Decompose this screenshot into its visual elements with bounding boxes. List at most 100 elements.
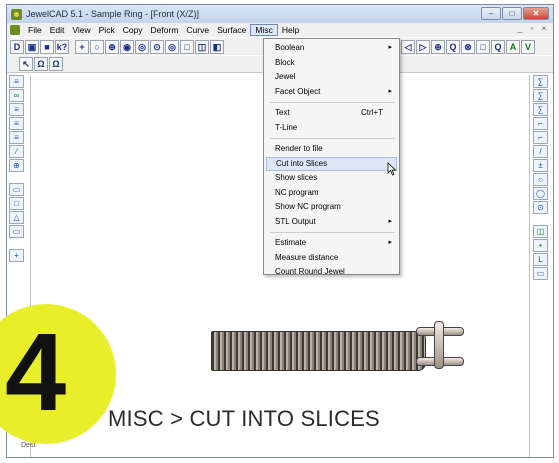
tool-1-icon[interactable]: ≡ bbox=[9, 75, 24, 88]
rtool-1-icon[interactable]: ∑ bbox=[533, 75, 548, 88]
menu-item-stl-output[interactable]: STL Output ▸ bbox=[266, 215, 397, 230]
menu-curve[interactable]: Curve bbox=[182, 24, 213, 36]
rtool-5-icon[interactable]: ⌐ bbox=[533, 131, 548, 144]
tool-11-icon[interactable]: ▭ bbox=[9, 225, 24, 238]
open-file-icon[interactable]: ▣ bbox=[25, 39, 39, 54]
double-circle-icon[interactable]: ◎ bbox=[165, 39, 179, 54]
rtool-13-icon[interactable]: L bbox=[533, 253, 548, 266]
square-icon[interactable]: □ bbox=[180, 39, 194, 54]
misc-dropdown-menu: Boolean ▸ Block Jewel Facet Object ▸ Text C… bbox=[263, 38, 400, 276]
rtool-7-icon[interactable]: ± bbox=[533, 159, 548, 172]
menu-edit[interactable]: Edit bbox=[46, 24, 69, 36]
arrow-left-icon[interactable]: ◁ bbox=[401, 39, 415, 54]
arrow-right-icon[interactable]: ▷ bbox=[416, 39, 430, 54]
document-icon[interactable] bbox=[10, 25, 20, 35]
document-controls: _ ▫ × bbox=[515, 24, 549, 33]
menu-item-count-round-jewel[interactable]: Count Round Jewel bbox=[266, 265, 397, 280]
menu-item-text[interactable]: Text Ctrl+T bbox=[266, 106, 397, 121]
save-icon[interactable]: ■ bbox=[40, 39, 54, 54]
menu-item-show-slices[interactable]: Show slices bbox=[266, 171, 397, 186]
menu-help[interactable]: Help bbox=[278, 24, 303, 36]
rtool-10-icon[interactable]: ⊙ bbox=[533, 201, 548, 214]
menu-view[interactable]: View bbox=[68, 24, 94, 36]
doc-restore-button[interactable]: ▫ bbox=[527, 24, 537, 33]
circle-plus-icon[interactable]: ⊕ bbox=[105, 39, 119, 54]
tool-4-icon[interactable]: ≡ bbox=[9, 117, 24, 130]
doc-minimize-button[interactable]: _ bbox=[515, 24, 525, 33]
menu-bar: File Edit View Pick Copy Deform Curve Su… bbox=[7, 23, 553, 37]
rtool-8-icon[interactable]: ○ bbox=[533, 173, 548, 186]
tool-9-icon[interactable]: □ bbox=[9, 197, 24, 210]
ring-shank-model bbox=[211, 331, 426, 371]
window-title: JewelCAD 5.1 - Sample Ring - [Front (X/Z… bbox=[26, 9, 200, 19]
menu-item-t-line[interactable]: T-Line bbox=[266, 121, 397, 136]
menu-item-render-to-file[interactable]: Render to file bbox=[266, 142, 397, 157]
tool-2-icon[interactable]: ∞ bbox=[9, 89, 24, 102]
tool-12-icon[interactable]: + bbox=[9, 249, 24, 262]
menu-item-block[interactable]: Block bbox=[266, 56, 397, 71]
rtool-6-icon[interactable]: / bbox=[533, 145, 548, 158]
maximize-button[interactable]: □ bbox=[502, 7, 522, 20]
menu-item-estimate[interactable]: Estimate ▸ bbox=[266, 236, 397, 251]
menu-item-boolean[interactable]: Boolean ▸ bbox=[266, 41, 397, 56]
menu-item-measure-distance[interactable]: Measure distance bbox=[266, 251, 397, 266]
close-button[interactable]: ✕ bbox=[523, 7, 549, 20]
zoom-in-icon[interactable]: ⊕ bbox=[431, 39, 445, 54]
rtool-12-icon[interactable]: • bbox=[533, 239, 548, 252]
menu-surface[interactable]: Surface bbox=[213, 24, 250, 36]
ring-icon[interactable]: ◎ bbox=[135, 39, 149, 54]
step-number: 4 bbox=[5, 311, 67, 434]
help-pointer-icon[interactable]: k? bbox=[55, 39, 69, 54]
rtool-2-icon[interactable]: ∑ bbox=[533, 89, 548, 102]
split-square-icon[interactable]: ◫ bbox=[195, 39, 209, 54]
rtool-9-icon[interactable]: ◯ bbox=[533, 187, 548, 200]
mouse-cursor-icon bbox=[387, 162, 397, 176]
frame-icon[interactable]: □ bbox=[476, 39, 490, 54]
rtool-3-icon[interactable]: ∑ bbox=[533, 103, 548, 116]
undo-icon[interactable]: Ω bbox=[34, 57, 48, 71]
minimize-button[interactable]: – bbox=[481, 7, 501, 20]
rtool-11-icon[interactable]: ◫ bbox=[533, 225, 548, 238]
zoom-out-icon[interactable]: ⊗ bbox=[461, 39, 475, 54]
half-square-icon[interactable]: ◧ bbox=[210, 39, 224, 54]
circle-icon[interactable]: ○ bbox=[90, 39, 104, 54]
plus-icon[interactable]: + bbox=[75, 39, 89, 54]
submenu-arrow-icon: ▸ bbox=[388, 217, 392, 225]
status-text: Dest bbox=[21, 442, 36, 449]
right-toolbar: ∑ ∑ ∑ ⌐ ⌐ / ± ○ ◯ ⊙ ◫ • L ▭ bbox=[533, 75, 551, 455]
zoom-window-icon[interactable]: Q bbox=[491, 39, 505, 54]
menu-misc[interactable]: Misc bbox=[250, 24, 278, 36]
menu-deform[interactable]: Deform bbox=[147, 24, 183, 36]
menu-pick[interactable]: Pick bbox=[95, 24, 119, 36]
tool-3-icon[interactable]: ≡ bbox=[9, 103, 24, 116]
window-controls: – □ ✕ bbox=[481, 7, 549, 20]
menu-separator bbox=[270, 138, 395, 139]
menu-separator bbox=[270, 102, 395, 103]
dot-circle-icon[interactable]: ⊙ bbox=[150, 39, 164, 54]
rtool-4-icon[interactable]: ⌐ bbox=[533, 117, 548, 130]
tool-6-icon[interactable]: ⁄ bbox=[9, 145, 24, 158]
menu-item-facet-object[interactable]: Facet Object ▸ bbox=[266, 85, 397, 100]
tool-7-icon[interactable]: ⊕ bbox=[9, 159, 24, 172]
tool-10-icon[interactable]: △ bbox=[9, 211, 24, 224]
tool-5-icon[interactable]: ≡ bbox=[9, 131, 24, 144]
tool-8-icon[interactable]: ▭ bbox=[9, 183, 24, 196]
menu-separator bbox=[270, 232, 395, 233]
doc-close-button[interactable]: × bbox=[539, 24, 549, 33]
rtool-14-icon[interactable]: ▭ bbox=[533, 267, 548, 280]
menu-item-nc-program[interactable]: NC program bbox=[266, 186, 397, 201]
menu-item-cut-into-slices[interactable]: Cut into Slices bbox=[266, 156, 397, 171]
down-arrow-icon[interactable]: V bbox=[521, 39, 535, 54]
app-icon bbox=[11, 8, 22, 20]
up-arrow-icon[interactable]: A bbox=[506, 39, 520, 54]
zoom-icon[interactable]: Q bbox=[446, 39, 460, 54]
menu-copy[interactable]: Copy bbox=[119, 24, 147, 36]
menu-file[interactable]: File bbox=[24, 24, 46, 36]
menu-item-jewel[interactable]: Jewel bbox=[266, 70, 397, 85]
title-bar: JewelCAD 5.1 - Sample Ring - [Front (X/Z… bbox=[7, 5, 553, 23]
filled-circle-icon[interactable]: ◉ bbox=[120, 39, 134, 54]
select-pointer-icon[interactable]: ↖ bbox=[19, 57, 33, 71]
new-file-icon[interactable]: D bbox=[10, 39, 24, 54]
menu-item-show-nc-program[interactable]: Show NC program bbox=[266, 200, 397, 215]
redo-icon[interactable]: Ω bbox=[49, 57, 63, 71]
